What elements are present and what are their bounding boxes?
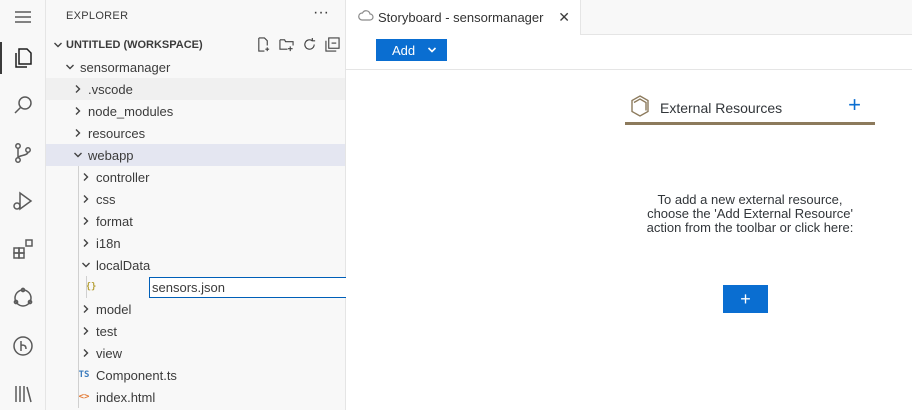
tab-storyboard[interactable]: Storyboard - sensormanager ✕ bbox=[346, 0, 581, 35]
tree-folder-view[interactable]: view bbox=[46, 342, 345, 364]
tree-folder-controller[interactable]: controller bbox=[46, 166, 345, 188]
workspace-title: UNTITLED (WORKSPACE) bbox=[66, 39, 203, 51]
tree-folder-sensormanager[interactable]: sensormanager bbox=[46, 56, 345, 78]
tree-label: index.html bbox=[96, 389, 156, 405]
tree-label: format bbox=[96, 213, 133, 229]
tree-label: i18n bbox=[96, 235, 121, 251]
indent-guide bbox=[86, 276, 87, 298]
tree-label: resources bbox=[88, 125, 146, 141]
indent-guide bbox=[78, 276, 79, 298]
indent-guide bbox=[78, 232, 79, 254]
more-actions-icon[interactable]: ··· bbox=[313, 4, 329, 22]
tree-label: node_modules bbox=[88, 103, 174, 119]
tree-folder-test[interactable]: test bbox=[46, 320, 345, 342]
chevron-right-icon bbox=[70, 81, 86, 97]
indent-guide bbox=[78, 254, 79, 276]
tree-label: model bbox=[96, 301, 132, 317]
add-external-resource-button[interactable]: + bbox=[723, 285, 768, 313]
chevron-right-icon bbox=[78, 345, 94, 361]
indent-guide bbox=[78, 364, 79, 386]
indent-guide bbox=[78, 298, 79, 320]
add-button-label: Add bbox=[392, 42, 416, 58]
chevron-down-icon bbox=[50, 37, 66, 53]
git-graph-icon[interactable] bbox=[0, 326, 46, 366]
explorer-title: EXPLORER bbox=[66, 10, 129, 22]
workspace-actions bbox=[256, 37, 340, 55]
tree-file-component-ts[interactable]: TS Component.ts bbox=[46, 364, 345, 386]
explorer-sidebar: EXPLORER ··· UNTITLED (WORKSPACE) sensor… bbox=[46, 0, 391, 410]
indent-guide bbox=[78, 210, 79, 232]
chevron-right-icon bbox=[78, 191, 94, 207]
tree-label: controller bbox=[96, 169, 150, 185]
workspace-header[interactable]: UNTITLED (WORKSPACE) bbox=[46, 34, 346, 56]
extensions-icon[interactable] bbox=[0, 229, 46, 269]
source-control-icon[interactable] bbox=[0, 133, 46, 173]
indent-guide bbox=[78, 320, 79, 342]
add-external-resource-icon[interactable]: + bbox=[848, 94, 861, 116]
new-file-icon[interactable] bbox=[256, 37, 271, 55]
close-icon[interactable]: ✕ bbox=[558, 9, 570, 26]
chevron-down-icon bbox=[62, 59, 78, 75]
tree-folder-webapp[interactable]: webapp bbox=[46, 144, 345, 166]
chevron-right-icon bbox=[78, 235, 94, 251]
refresh-icon[interactable] bbox=[302, 37, 317, 55]
search-icon[interactable] bbox=[0, 85, 46, 125]
tree-folder-css[interactable]: css bbox=[46, 188, 345, 210]
tree-label: webapp bbox=[88, 147, 134, 163]
editor-tab-bar: Storyboard - sensormanager ✕ bbox=[346, 0, 912, 35]
indent-guide bbox=[78, 342, 79, 364]
tree-label: Component.ts bbox=[96, 367, 177, 383]
html-file-icon: <> bbox=[78, 392, 90, 402]
typescript-file-icon: TS bbox=[78, 370, 90, 380]
activity-bar bbox=[0, 0, 46, 410]
storyboard-editor: Add External Resources + To add a new ex… bbox=[346, 35, 912, 410]
tree-folder-node-modules[interactable]: node_modules bbox=[46, 100, 345, 122]
tree-label: .vscode bbox=[88, 81, 133, 97]
tab-label: Storyboard - sensormanager bbox=[378, 10, 544, 25]
new-folder-icon[interactable] bbox=[279, 37, 294, 55]
chevron-right-icon bbox=[70, 125, 86, 141]
collapse-all-icon[interactable] bbox=[325, 37, 340, 55]
explorer-icon[interactable] bbox=[0, 38, 46, 78]
chevron-down-icon bbox=[70, 147, 86, 163]
tree-folder-i18n[interactable]: i18n bbox=[46, 232, 345, 254]
chevron-down-icon bbox=[427, 43, 437, 58]
add-button[interactable]: Add bbox=[376, 39, 447, 61]
tree-folder-localdata[interactable]: localData bbox=[46, 254, 345, 276]
storyboard-icon bbox=[358, 8, 374, 27]
panel-title: External Resources bbox=[660, 100, 783, 116]
tree-file-index-html[interactable]: <> index.html bbox=[46, 386, 345, 408]
tree-folder-vscode[interactable]: .vscode bbox=[46, 78, 345, 100]
chevron-right-icon bbox=[70, 103, 86, 119]
tree-label: view bbox=[96, 345, 123, 361]
tree-label: css bbox=[96, 191, 116, 207]
chevron-down-icon bbox=[78, 257, 94, 273]
toolbar-divider bbox=[346, 69, 912, 70]
tree-folder-model[interactable]: model bbox=[46, 298, 345, 320]
indent-guide bbox=[78, 166, 79, 188]
tree-folder-resources[interactable]: resources bbox=[46, 122, 345, 144]
remote-explorer-icon[interactable] bbox=[0, 278, 46, 318]
cube-icon bbox=[630, 95, 650, 120]
tree-folder-format[interactable]: format bbox=[46, 210, 345, 232]
chevron-right-icon bbox=[78, 301, 94, 317]
chevron-right-icon bbox=[78, 323, 94, 339]
indent-guide bbox=[78, 386, 79, 408]
chevron-right-icon bbox=[78, 213, 94, 229]
external-resources-panel: External Resources + bbox=[625, 93, 875, 125]
menu-icon[interactable] bbox=[0, 0, 46, 37]
tree-label: sensormanager bbox=[80, 59, 171, 75]
empty-state-message: To add a new external resource, choose t… bbox=[646, 192, 854, 235]
library-icon[interactable] bbox=[0, 374, 46, 410]
tree-label: localData bbox=[96, 257, 151, 273]
run-debug-icon[interactable] bbox=[0, 181, 46, 221]
chevron-right-icon bbox=[78, 169, 94, 185]
tree-label: test bbox=[96, 323, 117, 339]
indent-guide bbox=[78, 188, 79, 210]
